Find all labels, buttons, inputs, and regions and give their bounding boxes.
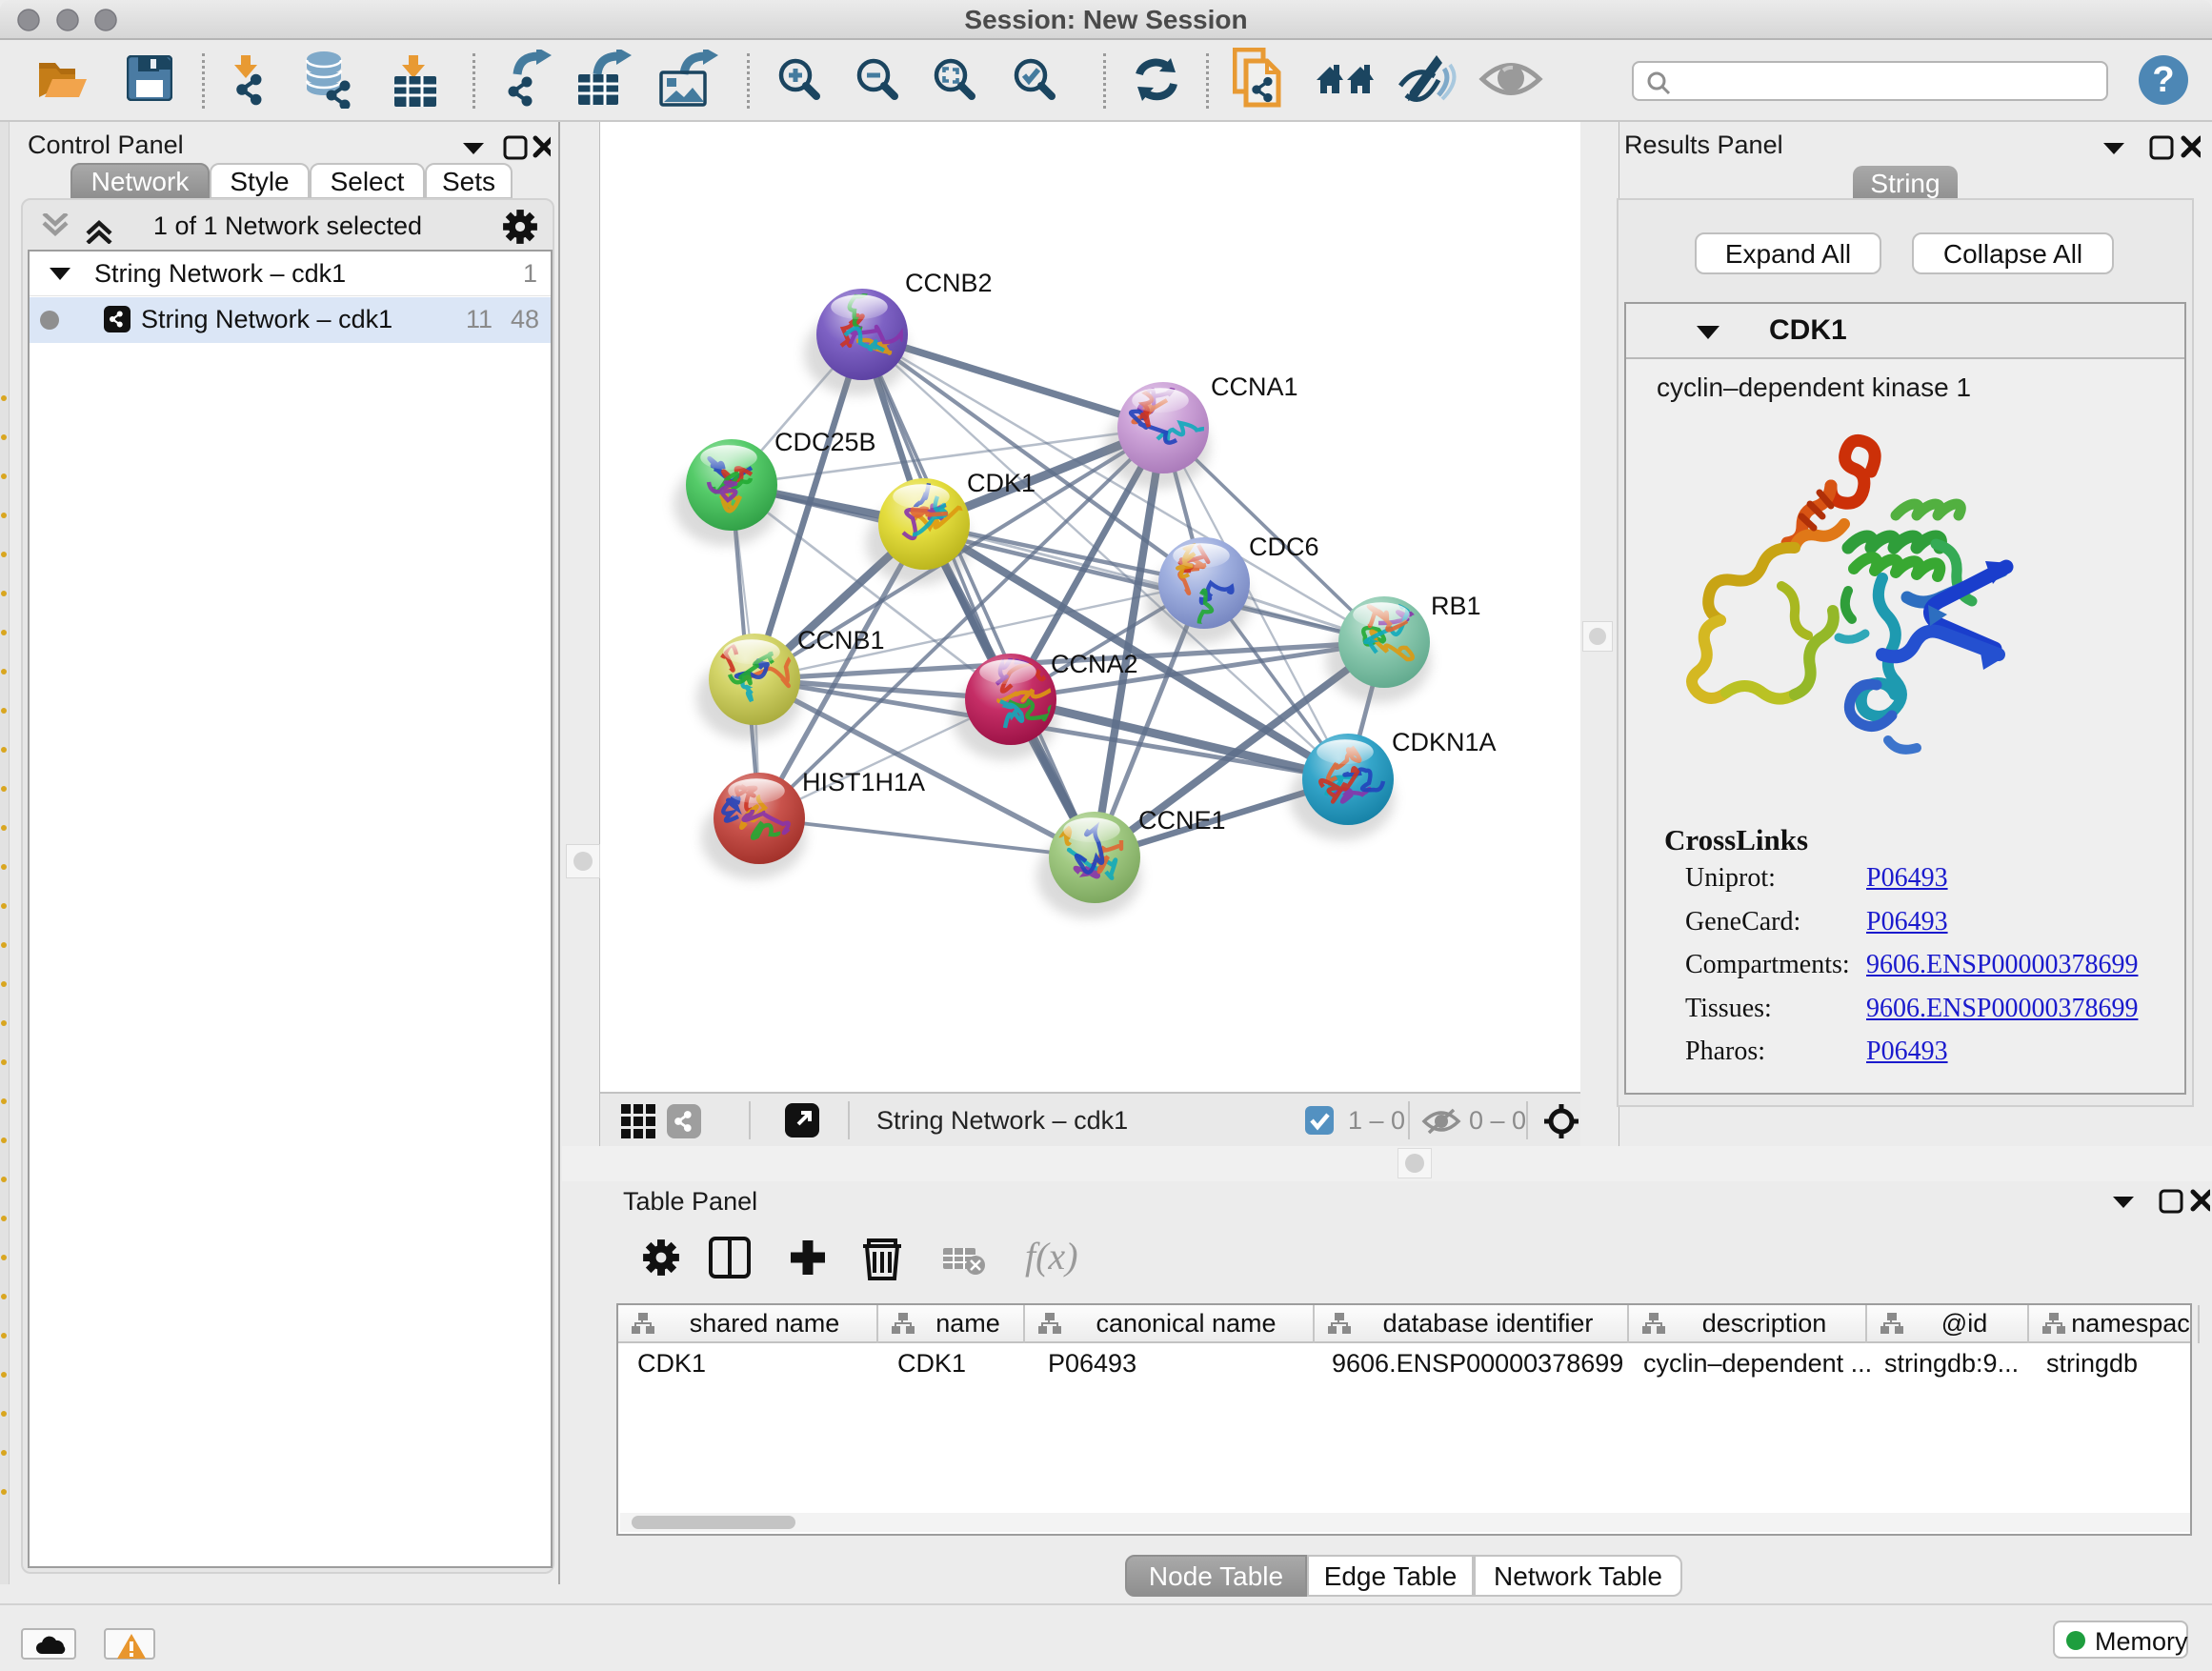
- svg-text:CDK1: CDK1: [967, 469, 1036, 497]
- svg-text:CCNB1: CCNB1: [797, 626, 885, 654]
- svg-text:HIST1H1A: HIST1H1A: [802, 768, 925, 796]
- svg-text:RB1: RB1: [1431, 592, 1481, 620]
- svg-text:CCNA1: CCNA1: [1211, 372, 1298, 401]
- svg-text:CCNB2: CCNB2: [905, 269, 993, 297]
- svg-text:CCNE1: CCNE1: [1138, 806, 1226, 835]
- svg-text:CDKN1A: CDKN1A: [1392, 728, 1497, 756]
- svg-text:CCNA2: CCNA2: [1051, 650, 1138, 678]
- svg-text:CDC6: CDC6: [1249, 533, 1319, 561]
- svg-text:CDC25B: CDC25B: [774, 428, 876, 456]
- svg-text:f(x): f(x): [1025, 1235, 1078, 1278]
